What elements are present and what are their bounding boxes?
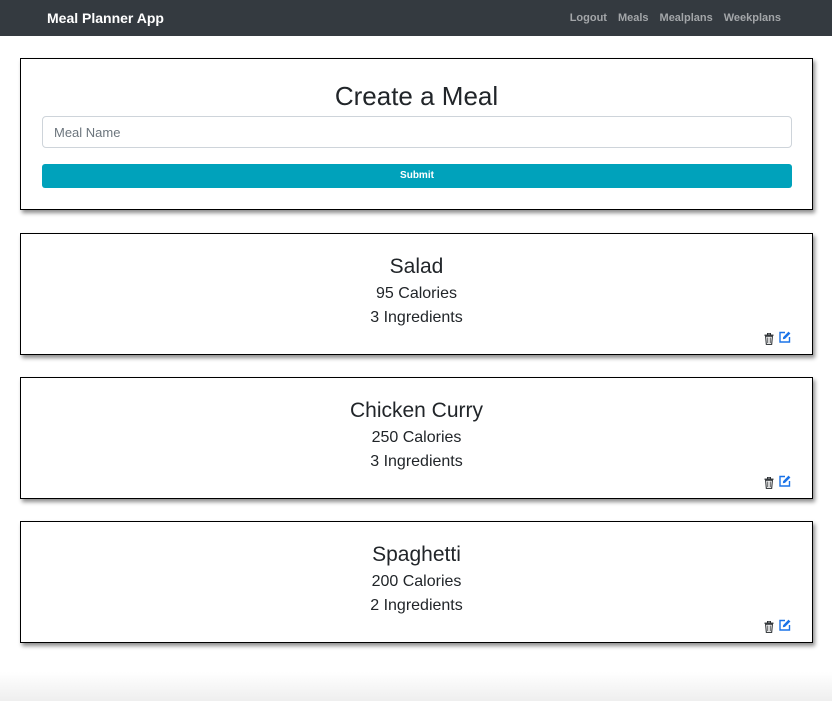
meal-calories: 200 Calories: [371, 573, 462, 590]
submit-button[interactable]: Submit: [42, 164, 792, 188]
meal-name: Chicken Curry: [349, 399, 484, 422]
navbar: Meal Planner App Logout Meals Mealplans …: [0, 0, 832, 36]
meal-ingredients: 3 Ingredients: [370, 453, 463, 470]
create-meal-card: Create a Meal Submit: [20, 58, 813, 210]
meal-ingredients: 3 Ingredients: [370, 309, 463, 326]
meal-ingredients: 2 Ingredients: [370, 597, 463, 614]
meal-name-input[interactable]: [42, 116, 792, 148]
meal-calories: 95 Calories: [376, 285, 457, 302]
meal-name: Salad: [389, 255, 444, 278]
create-meal-title: Create a Meal: [334, 81, 499, 111]
edit-icon[interactable]: [779, 331, 791, 343]
trash-icon[interactable]: [764, 621, 774, 633]
page-bottom-fade: [0, 672, 832, 701]
nav-link-mealplans[interactable]: Mealplans: [660, 12, 713, 25]
nav-link-logout[interactable]: Logout: [570, 12, 607, 25]
meal-name: Spaghetti: [372, 543, 461, 566]
edit-icon[interactable]: [779, 475, 791, 487]
meal-calories: 250 Calories: [371, 429, 462, 446]
meal-card: Spaghetti 200 Calories 2 Ingredients: [20, 521, 813, 643]
meal-card: Chicken Curry 250 Calories 3 Ingredients: [20, 377, 813, 499]
meal-card: Salad 95 Calories 3 Ingredients: [20, 233, 813, 355]
edit-icon[interactable]: [779, 619, 791, 631]
nav-link-weekplans[interactable]: Weekplans: [724, 12, 781, 25]
trash-icon[interactable]: [764, 477, 774, 489]
nav-link-meals[interactable]: Meals: [618, 12, 649, 25]
trash-icon[interactable]: [764, 333, 774, 345]
nav-links: Logout Meals Mealplans Weekplans: [570, 12, 781, 25]
navbar-brand[interactable]: Meal Planner App: [47, 10, 164, 26]
